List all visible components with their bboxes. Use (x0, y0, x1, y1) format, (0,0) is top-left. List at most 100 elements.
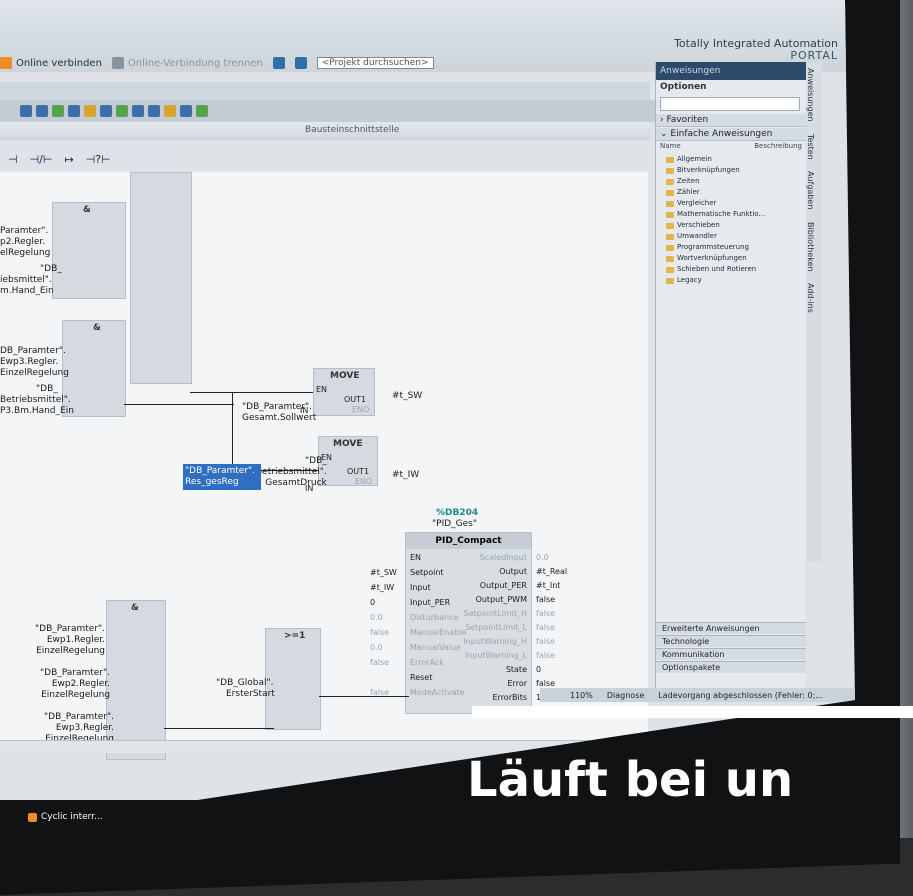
label-mid1: DB_Paramter". Ewp3.Regler. EinzelRegelung (0, 346, 69, 378)
pid-output-pin: ScaledInput (479, 553, 527, 562)
online-disconnect-label: Online-Verbindung trennen (127, 57, 263, 69)
ladder-symbol-empty-box[interactable]: ⊣?⊢ (86, 153, 111, 166)
instruction-folder[interactable]: Mathematische Funktio... (666, 209, 801, 220)
col-desc: Beschreibung (754, 142, 802, 150)
wire (232, 392, 233, 470)
instructions-bottom-section[interactable]: Technologie (656, 635, 806, 647)
instructions-bottom-section[interactable]: Erweiterte Anweisungen (656, 622, 806, 634)
pid-output-pin: SetpointLimit_H (463, 609, 527, 618)
diagnose-tab[interactable]: Diagnose (607, 691, 644, 700)
pid-instance-name: "PID_Ges" (432, 519, 477, 529)
pid-output-pin: Output_PWM (475, 595, 527, 604)
pid-output-value[interactable]: false (536, 609, 555, 618)
pid-output-pin: Output_PER (479, 581, 527, 590)
instruction-folder-label: Legacy (677, 276, 702, 284)
pid-output-value[interactable]: false (536, 679, 555, 688)
pid-input-value[interactable]: #t_IW (370, 583, 394, 592)
toolbar-button[interactable] (132, 105, 144, 117)
pid-output-value[interactable]: 0.0 (536, 553, 549, 562)
block-interface-strip[interactable]: Bausteinschnittstelle (0, 122, 650, 140)
toolbar-button[interactable] (116, 105, 128, 117)
instruction-folder[interactable]: Bitverknüpfungen (666, 165, 801, 176)
zoom-level[interactable]: 110% (570, 691, 593, 700)
pid-output-value[interactable]: false (536, 637, 555, 646)
toolbar-button[interactable] (164, 105, 176, 117)
toolbar-button[interactable] (196, 105, 208, 117)
chevron-down-icon: ⌄ (660, 129, 668, 139)
pid-output-value[interactable]: false (536, 651, 555, 660)
pid-output-pin: State (505, 665, 527, 674)
pid-input-value[interactable]: 0.0 (370, 643, 383, 652)
label-move2-in: "DB_ Betriebsmittel". GesamtDruck (256, 456, 327, 488)
taskbar-item[interactable]: Cyclic interr... (28, 812, 103, 822)
block-icon (28, 812, 37, 822)
editor-sub-toolbar (0, 100, 670, 122)
label-bot1: "DB_Paramter". Ewp1.Regler. EinzelRegelung (35, 624, 106, 656)
network-canvas[interactable]: & Paramter". p2.Regler. elRegelung "DB_ ieb… (0, 172, 648, 760)
pid-input-value[interactable]: false (370, 658, 389, 667)
chevron-right-icon: › (660, 115, 664, 125)
online-disconnect-button[interactable]: Online-Verbindung trennen (111, 57, 263, 69)
instruction-folder[interactable]: Zeiten (666, 176, 801, 187)
toolbar-button[interactable] (180, 105, 192, 117)
move-block-2[interactable]: MOVE EN OUT1 ENO (318, 436, 378, 486)
pid-input-value[interactable]: 0 (370, 598, 375, 607)
side-tab[interactable]: Aufgaben (806, 165, 815, 215)
headline: Läuft bei un (467, 752, 794, 808)
side-tab[interactable]: Add-ins (806, 277, 815, 319)
pid-input-value[interactable]: false (370, 628, 389, 637)
favoriten-section[interactable]: › Favoriten (656, 114, 806, 127)
pid-input-value[interactable]: 0.0 (370, 613, 383, 622)
instruction-folder[interactable]: Schieben und Rotieren (666, 264, 801, 275)
toolbar-button[interactable] (36, 105, 48, 117)
instruction-folder-label: Allgemein (677, 155, 712, 163)
instructions-search-input[interactable] (660, 97, 800, 111)
pid-output-value[interactable]: 0 (536, 665, 541, 674)
instructions-bottom-section[interactable]: Kommunikation (656, 648, 806, 660)
online-connect-button[interactable]: Online verbinden (0, 57, 102, 69)
instruction-folder[interactable]: Wortverknüpfungen (666, 253, 801, 264)
instruction-folder[interactable]: Legacy (666, 275, 801, 286)
wire (124, 404, 234, 405)
vertical-or-block[interactable] (130, 172, 192, 384)
einfache-section[interactable]: ⌄ Einfache Anweisungen (656, 128, 806, 141)
pid-db-number: %DB204 (436, 508, 479, 518)
selected-operand[interactable]: "DB_Paramter". Res_gesReg (183, 464, 261, 490)
ladder-symbol-nc-contact[interactable]: ⊣/⊢ (30, 153, 53, 166)
instructions-bottom-section[interactable]: Optionspakete (656, 661, 806, 673)
instruction-folder[interactable]: Vergleicher (666, 198, 801, 209)
pid-compact-block[interactable]: PID_Compact EN Setpoint #t_SW Input #t_IW Inp… (370, 532, 567, 714)
and-block-bottom[interactable]: & (106, 600, 166, 760)
monitor-icon[interactable] (272, 57, 285, 69)
pid-output-value[interactable]: false (536, 595, 555, 604)
side-tab[interactable]: Anweisungen (806, 62, 815, 128)
project-search-input[interactable]: <Projekt durchsuchen> (316, 57, 434, 69)
and-block-top[interactable]: & (52, 202, 126, 299)
instruction-folder[interactable]: Umwandler (666, 231, 801, 242)
instruction-folder-label: Umwandler (677, 232, 717, 240)
ladder-symbol-branch[interactable]: ↦ (64, 153, 73, 166)
toolbar-button[interactable] (52, 105, 64, 117)
pid-output-value[interactable]: #t_Real (536, 567, 567, 576)
toolbar-button[interactable] (148, 105, 160, 117)
window-icon[interactable] (294, 57, 307, 69)
pid-compact-title: PID_Compact (406, 533, 531, 549)
pid-output-value[interactable]: false (536, 623, 555, 632)
toolbar-button[interactable] (68, 105, 80, 117)
instruction-folder[interactable]: Programmsteuerung (666, 242, 801, 253)
pid-input-pin: ErrorAck (410, 658, 444, 667)
ladder-symbol-no-contact[interactable]: ⊣ (8, 153, 18, 166)
toolbar-button[interactable] (20, 105, 32, 117)
instruction-folder[interactable]: Allgemein (666, 154, 801, 165)
side-tab[interactable]: Bibliotheken (806, 216, 815, 278)
label-move2-out: #t_IW (392, 470, 420, 480)
move-block-1[interactable]: MOVE EN OUT1 ENO (313, 368, 375, 416)
instruction-folder[interactable]: Zähler (666, 187, 801, 198)
pid-input-value[interactable]: #t_SW (370, 568, 397, 577)
side-tab[interactable]: Testen (806, 128, 815, 166)
toolbar-button[interactable] (100, 105, 112, 117)
pid-input-pin: ModeActivate (410, 688, 465, 697)
pid-output-value[interactable]: #t_Int (536, 581, 560, 590)
instruction-folder[interactable]: Verschieben (666, 220, 801, 231)
toolbar-button[interactable] (84, 105, 96, 117)
